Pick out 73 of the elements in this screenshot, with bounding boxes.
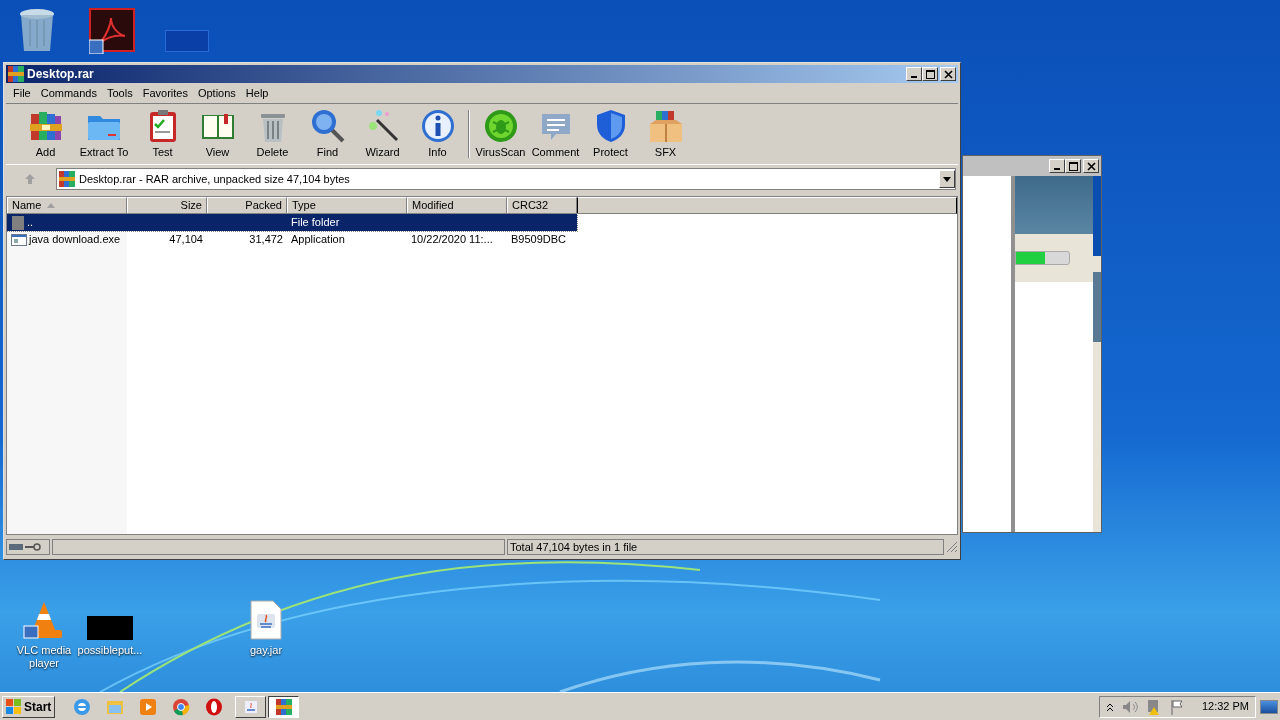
minimize-button[interactable] <box>906 67 922 81</box>
menu-item[interactable]: Tools <box>102 84 138 102</box>
minimize-button[interactable] <box>1049 159 1065 173</box>
file-row[interactable]: java download.exe 47,104 31,472 Application 10/22/2020 11:... B9509DBC <box>7 231 577 248</box>
drive-icon <box>9 544 23 550</box>
maximize-button[interactable] <box>922 67 938 81</box>
show-desktop-button[interactable] <box>1260 699 1278 714</box>
table-cell-text: File folder <box>291 215 340 231</box>
window-title: Desktop.rar <box>27 66 95 83</box>
table-cell-text: 10/22/2020 11:... <box>411 232 493 248</box>
folder-up-icon <box>11 215 25 230</box>
clock[interactable]: 12:32 PM <box>1201 698 1249 715</box>
toolbar-button[interactable]: Wizard <box>355 107 410 161</box>
close-button[interactable] <box>940 67 956 81</box>
table-cell-text: java download.exe <box>29 232 121 248</box>
status-text: Total 47,104 bytes in 1 file <box>510 539 638 555</box>
close-icon <box>943 69 953 79</box>
close-button[interactable] <box>1083 159 1099 173</box>
resize-grip-icon <box>946 541 958 553</box>
chevron-up-icon[interactable] <box>1105 701 1114 712</box>
toolbar-button[interactable]: Comment <box>528 107 583 161</box>
file-row[interactable]: .. File folder <box>7 214 577 231</box>
windows-logo-icon <box>6 698 22 715</box>
maximize-icon <box>925 69 935 79</box>
table-cell-text: .. <box>27 215 34 231</box>
address-text: Desktop.rar - RAR archive, unpacked size 47,104 bytes <box>79 171 351 187</box>
pdf-reader-icon <box>89 8 135 54</box>
dropdown-button[interactable] <box>939 170 955 188</box>
toolbar-button[interactable]: Extract To <box>73 107 135 161</box>
taskbar-button[interactable] <box>268 695 300 718</box>
table-cell-text: B9509DBC <box>511 232 567 248</box>
start-button[interactable]: Start <box>2 695 56 718</box>
info-icon <box>419 107 456 144</box>
menu-item[interactable]: Help <box>240 84 274 102</box>
archive-icon <box>59 171 75 187</box>
toolbar-button[interactable]: Test <box>135 107 190 161</box>
application-icon <box>11 233 27 246</box>
toolbar-button[interactable]: Info <box>410 107 465 161</box>
archive-icon <box>275 698 292 715</box>
recycle-bin-icon <box>18 6 56 54</box>
toolbar-button[interactable]: Protect <box>583 107 638 161</box>
selected-icon-highlight <box>165 30 209 52</box>
toolbar-button[interactable]: Delete <box>245 107 300 161</box>
menu-item[interactable]: File <box>8 84 36 102</box>
bug-icon <box>482 107 519 144</box>
chrome-icon[interactable] <box>172 697 191 716</box>
toolbar-button[interactable]: Add <box>18 107 73 161</box>
address-field[interactable]: Desktop.rar - RAR archive, unpacked size 47,104 bytes <box>56 168 956 190</box>
maximize-button[interactable] <box>1065 159 1081 173</box>
java-icon <box>242 698 259 715</box>
search-icon <box>309 107 346 144</box>
toolbar-button[interactable]: View <box>190 107 245 161</box>
table-cell-text: 31,472 <box>249 232 283 248</box>
java-file-icon <box>249 600 283 640</box>
opera-icon[interactable] <box>205 697 224 716</box>
caret-icon <box>943 176 951 182</box>
toolbar-button[interactable]: SFX <box>638 107 693 161</box>
menu-item[interactable]: Favorites <box>137 84 193 102</box>
up-arrow-icon <box>24 173 36 185</box>
media-player-icon[interactable] <box>139 697 158 716</box>
table-cell-text: Application <box>291 232 345 248</box>
table-cell-text: 47,104 <box>169 232 203 248</box>
video-thumbnail-icon <box>87 616 133 640</box>
key-icon <box>25 543 41 551</box>
menu-item[interactable]: Commands <box>35 84 102 102</box>
flag-icon[interactable] <box>1169 698 1186 715</box>
browser-e-icon[interactable] <box>73 697 92 716</box>
menu-item[interactable]: Options <box>192 84 241 102</box>
close-icon <box>1086 161 1096 171</box>
toolbar-button[interactable]: Find <box>300 107 355 161</box>
toolbar-button[interactable]: VirusScan <box>473 107 528 161</box>
maximize-icon <box>1068 161 1078 171</box>
archive-icon <box>8 66 24 82</box>
